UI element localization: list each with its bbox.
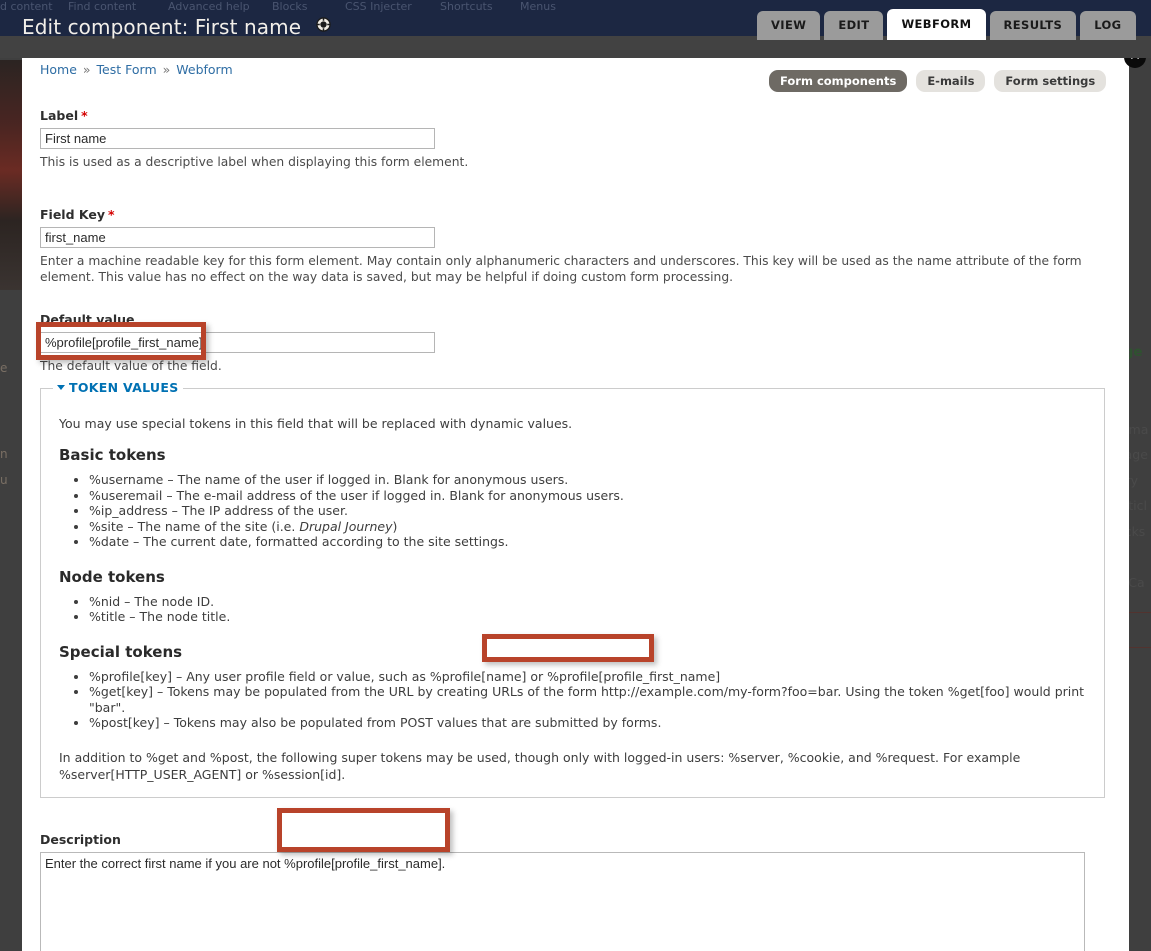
tab-edit[interactable]: EDIT (824, 11, 884, 40)
admin-menu-item-menus[interactable]: Menus (520, 0, 556, 14)
admin-menu-item-shortcuts[interactable]: Shortcuts (440, 0, 493, 14)
bg-left-line-2: n (0, 447, 8, 461)
field-key-input[interactable] (40, 226, 435, 248)
field-key-description: Enter a machine readable key for this fo… (40, 253, 1082, 285)
token-item: %post[key] – Tokens may also be populate… (89, 715, 1086, 731)
special-tokens-list: %profile[key] – Any user profile field o… (59, 669, 1086, 731)
breadcrumb-item-webform[interactable]: Webform (176, 62, 232, 77)
form-item-label: Label* This is used as a descriptive lab… (40, 108, 1105, 171)
token-item: %get[key] – Tokens may be populated from… (89, 684, 1086, 715)
tab-log[interactable]: LOG (1080, 11, 1136, 40)
tab-results[interactable]: RESULTS (989, 11, 1077, 40)
super-tokens-note: In addition to %get and %post, the follo… (59, 749, 1021, 782)
label-field-label-text: Label (40, 108, 79, 123)
page-title: Edit component: First name (22, 12, 331, 40)
special-tokens-heading: Special tokens (59, 642, 183, 661)
primary-tabs[interactable]: VIEW EDIT WEBFORM RESULTS LOG (757, 9, 1140, 40)
gear-icon[interactable] (315, 12, 331, 38)
token-item-site: %site – The name of the site (i.e. Drupa… (89, 519, 1086, 535)
node-tokens-heading: Node tokens (59, 567, 165, 586)
basic-tokens-list: %username – The name of the user if logg… (59, 472, 1086, 550)
label-field-label: Label * (40, 108, 1105, 123)
default-value-input[interactable] (40, 331, 435, 353)
chevron-down-icon (57, 385, 65, 390)
label-field-description: This is used as a descriptive label when… (40, 155, 469, 169)
background-image (0, 60, 22, 290)
token-item: %useremail – The e-mail address of the u… (89, 488, 1086, 504)
modal-content: Home » Test Form » Webform Label* This i… (40, 62, 1105, 951)
field-key-label: Field Key * (40, 207, 1105, 222)
edit-component-modal: ✕ Form components E-mails Form settings … (22, 38, 1146, 951)
breadcrumb-item-test-form[interactable]: Test Form (97, 62, 157, 77)
node-tokens-list: %nid – The node ID. %title – The node ti… (59, 594, 1086, 625)
token-item: %username – The name of the user if logg… (89, 472, 1086, 488)
breadcrumb[interactable]: Home » Test Form » Webform (40, 62, 1105, 78)
bg-left-line-1: e (0, 361, 8, 375)
tab-webform[interactable]: WEBFORM (887, 9, 986, 40)
required-marker: * (107, 206, 115, 222)
breadcrumb-separator: » (82, 62, 91, 77)
label-input[interactable] (40, 128, 435, 149)
tab-view[interactable]: VIEW (757, 11, 821, 40)
breadcrumb-item-home[interactable]: Home (40, 62, 77, 77)
background-left-text: e n u (0, 355, 22, 493)
token-item: %title – The node title. (89, 609, 1086, 625)
modal-body: Form components E-mails Form settings Ho… (22, 38, 1129, 951)
form-item-default-value: Default value The default value of the f… (40, 312, 1105, 375)
token-values-intro: You may use special tokens in this field… (59, 416, 573, 431)
token-item: %nid – The node ID. (89, 594, 1086, 610)
form-item-field-key: Field Key* Enter a machine readable key … (40, 207, 1105, 286)
description-textarea[interactable]: Enter the correct first name if you are … (40, 851, 1085, 951)
basic-tokens-heading: Basic tokens (59, 446, 166, 464)
field-key-label-text: Field Key (40, 206, 105, 222)
token-values-fieldset: TOKEN VALUES You may use special tokens … (40, 380, 1105, 798)
token-values-legend[interactable]: TOKEN VALUES (53, 380, 183, 395)
token-item: %ip_address – The IP address of the user… (89, 503, 1086, 519)
description-label: Description (40, 831, 121, 847)
bg-left-line-3: u (0, 473, 8, 487)
token-item: %profile[key] – Any user profile field o… (89, 669, 1086, 685)
required-marker: * (81, 108, 88, 123)
breadcrumb-separator: » (162, 62, 171, 77)
form-item-description: Description Enter the correct first name… (40, 832, 1105, 951)
screen-root: e n u nage on me nd Ima e page entry s a… (0, 0, 1151, 951)
page-title-text: Edit component: First name (22, 15, 302, 39)
site-name-example: Drupal Journey (299, 518, 393, 534)
token-values-legend-text: TOKEN VALUES (69, 380, 179, 395)
token-values-body: You may use special tokens in this field… (41, 389, 1104, 783)
admin-menu-item-css-injecter[interactable]: CSS Injecter (345, 0, 412, 14)
default-value-description: The default value of the field. (40, 358, 222, 373)
default-value-label: Default value (40, 311, 135, 327)
token-item: %date – The current date, formatted acco… (89, 534, 1086, 550)
